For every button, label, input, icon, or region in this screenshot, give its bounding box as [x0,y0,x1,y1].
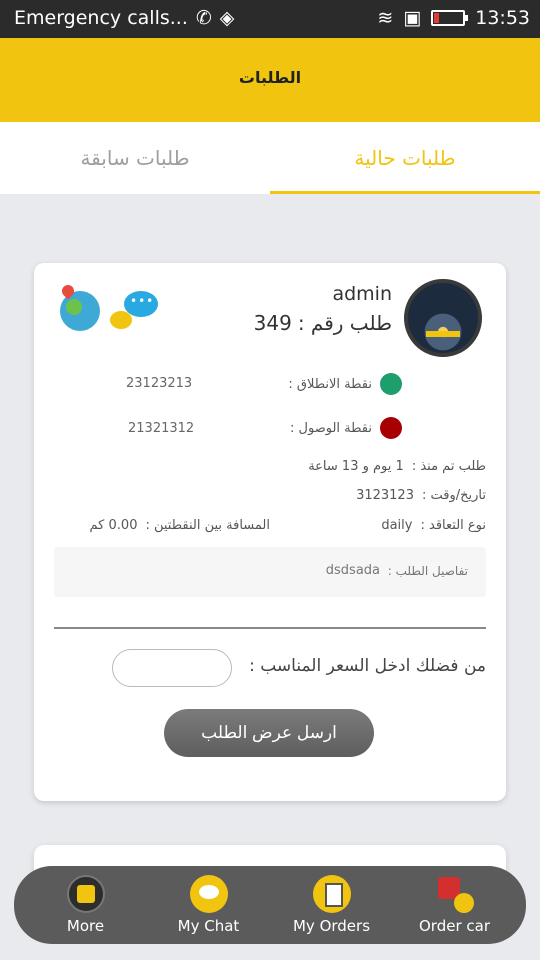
map-globe-icon[interactable] [60,291,100,331]
bottom-nav: More My Chat My Orders Order car [14,866,526,944]
order-number-value: 349 [253,311,292,335]
distance-row: المسافة بين النقطتين : 0.00 كم [90,518,270,533]
sim-icon: ▣ [403,7,422,29]
distance-value: 0.00 كم [89,518,138,533]
since-label: طلب تم منذ : [411,459,486,474]
orders-icon [312,875,351,913]
end-point-row: نقطة الوصول : [290,417,402,439]
order-number-label: طلب رقم : [297,311,392,335]
wifi-off-icon: ◈ [219,7,235,29]
end-dot-icon [380,417,402,439]
datetime-label: تاريخ/وقت : [421,488,486,503]
end-point-value: 21321312 [128,421,195,436]
since-value: 1 يوم و 13 ساعة [308,459,404,474]
chat-bubble-icon[interactable] [110,291,158,329]
end-point-label: نقطة الوصول : [290,420,372,436]
details-label: تفاصيل الطلب : [387,564,468,578]
nav-my-chat[interactable]: My Chat [154,875,264,935]
nav-my-orders[interactable]: My Orders [277,875,387,935]
distance-label: المسافة بين النقطتين : [145,518,270,533]
send-offer-button[interactable]: ارسل عرض الطلب [164,709,374,757]
chat-icon [189,875,228,913]
tab-bar: طلبات حالية طلبات سابقة [0,122,540,194]
datetime-row: تاريخ/وقت : 3123123 [356,488,486,503]
wifi-icon: ≋ [377,7,394,29]
order-number: طلب رقم : 349 [254,311,392,335]
tab-previous-orders[interactable]: طلبات سابقة [0,122,270,194]
start-point-label: نقطة الانطلاق : [288,376,372,392]
details-value: dsdsada [325,563,380,578]
whatsapp-icon: ✆ [195,7,212,29]
battery-icon [431,10,469,26]
price-label: من فضلك ادخل السعر المناسب : [249,656,486,676]
start-point-row: نقطة الانطلاق : [288,373,402,395]
nav-my-chat-label: My Chat [177,917,240,935]
contract-label: نوع التعاقد : [420,518,486,533]
username: admin [332,283,392,305]
avatar[interactable] [404,279,482,357]
divider [54,627,486,629]
contract-row: نوع التعاقد : daily [381,518,486,533]
tab-current-orders[interactable]: طلبات حالية [270,122,540,194]
order-details-box: تفاصيل الطلب : dsdsada [54,547,486,597]
nav-more-label: More [66,917,105,935]
contract-value: daily [381,518,413,533]
app-bar: الطلبات [0,38,540,122]
price-input[interactable] [112,649,232,687]
nav-order-car[interactable]: Order car [400,875,510,935]
car-icon [436,875,474,913]
clock: 13:53 [475,7,530,29]
order-card: admin طلب رقم : 349 نقطة الانطلاق : 2312… [34,263,506,801]
nav-more[interactable]: More [31,875,141,935]
status-bar: Emergency calls... ✆ ◈ ≋ ▣ 13:53 [0,0,540,38]
since-row: طلب تم منذ : 1 يوم و 13 ساعة [308,459,486,474]
nav-order-car-label: Order car [418,917,490,935]
page-title: الطلبات [238,68,302,87]
grid-icon [66,875,105,913]
datetime-value: 3123123 [356,488,414,503]
nav-my-orders-label: My Orders [292,917,371,935]
start-point-value: 23123213 [126,376,193,391]
start-dot-icon [380,373,402,395]
carrier-text: Emergency calls... [14,7,188,29]
